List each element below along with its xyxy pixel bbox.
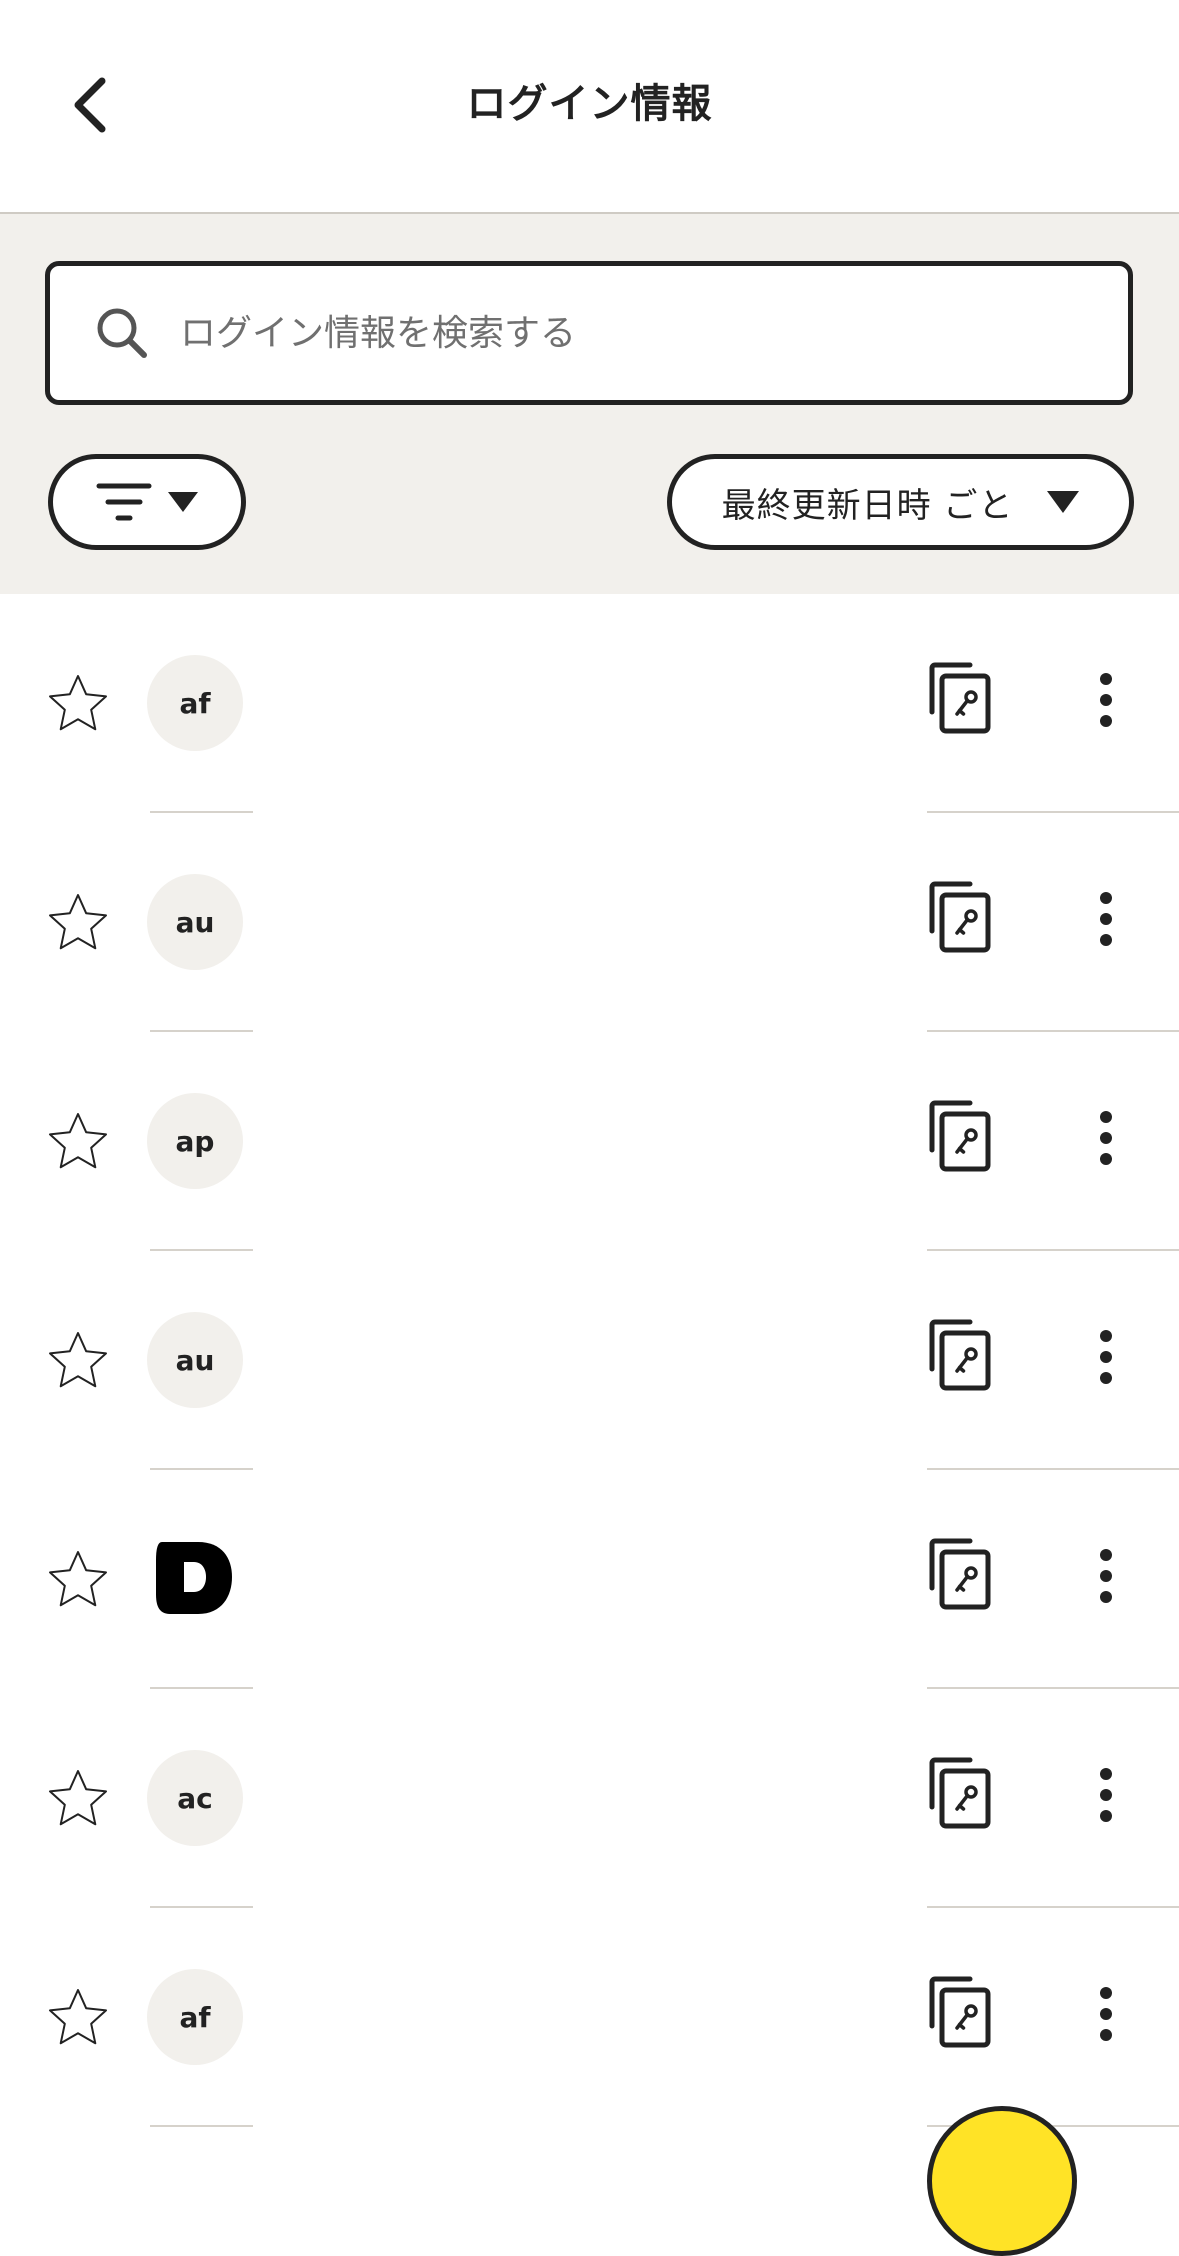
more-button[interactable] (1086, 1982, 1126, 2046)
copy-key-icon[interactable] (928, 1319, 992, 1391)
more-vertical-icon (1100, 1330, 1112, 1384)
star-outline-icon[interactable] (46, 1767, 110, 1831)
filter-button[interactable] (48, 454, 246, 550)
login-item[interactable]: af (0, 1908, 1179, 2127)
sort-dropdown[interactable]: 最終更新日時 ごと (667, 454, 1134, 550)
more-button[interactable] (1086, 1325, 1126, 1389)
add-login-fab[interactable] (927, 2106, 1077, 2256)
avatar: au (147, 1312, 243, 1408)
avatar: au (147, 874, 243, 970)
more-vertical-icon (1100, 673, 1112, 727)
login-item[interactable] (0, 1470, 1179, 1689)
search-and-sort-panel: 最終更新日時 ごと (0, 214, 1179, 594)
star-outline-icon[interactable] (46, 1110, 110, 1174)
copy-key-icon[interactable] (928, 662, 992, 734)
sort-label: 最終更新日時 ごと (721, 485, 1014, 526)
login-list: af au ap au ac af (0, 594, 1179, 2127)
app-header: ログイン情報 (0, 0, 1179, 214)
avatar: af (147, 1969, 243, 2065)
more-vertical-icon (1100, 1549, 1112, 1603)
search-icon (92, 303, 152, 363)
star-outline-icon[interactable] (46, 672, 110, 736)
more-button[interactable] (1086, 668, 1126, 732)
caret-down-icon (1047, 491, 1080, 513)
copy-key-icon[interactable] (928, 881, 992, 953)
avatar: ap (147, 1093, 243, 1189)
login-item[interactable]: ac (0, 1689, 1179, 1908)
more-vertical-icon (1100, 1768, 1112, 1822)
star-outline-icon[interactable] (46, 891, 110, 955)
avatar: ac (147, 1750, 243, 1846)
copy-key-icon[interactable] (928, 1100, 992, 1172)
star-outline-icon[interactable] (46, 1329, 110, 1393)
filter-icon (96, 483, 152, 521)
login-item[interactable]: af (0, 594, 1179, 813)
more-vertical-icon (1100, 1111, 1112, 1165)
divider (150, 2125, 253, 2127)
caret-down-icon (168, 492, 198, 512)
copy-key-icon[interactable] (928, 1976, 992, 2048)
copy-key-icon[interactable] (928, 1538, 992, 1610)
more-button[interactable] (1086, 1544, 1126, 1608)
search-box[interactable] (45, 261, 1133, 405)
more-button[interactable] (1086, 1763, 1126, 1827)
more-button[interactable] (1086, 887, 1126, 951)
login-item[interactable]: ap (0, 1032, 1179, 1251)
star-outline-icon[interactable] (46, 1986, 110, 2050)
login-item[interactable]: au (0, 1251, 1179, 1470)
page-title: ログイン情報 (466, 81, 713, 127)
more-vertical-icon (1100, 892, 1112, 946)
login-item[interactable]: au (0, 813, 1179, 1032)
d-logo-icon (156, 1542, 232, 1614)
copy-key-icon[interactable] (928, 1757, 992, 1829)
more-vertical-icon (1100, 1987, 1112, 2041)
avatar: af (147, 655, 243, 751)
star-outline-icon[interactable] (46, 1548, 110, 1612)
more-button[interactable] (1086, 1106, 1126, 1170)
search-input[interactable] (178, 265, 1098, 401)
